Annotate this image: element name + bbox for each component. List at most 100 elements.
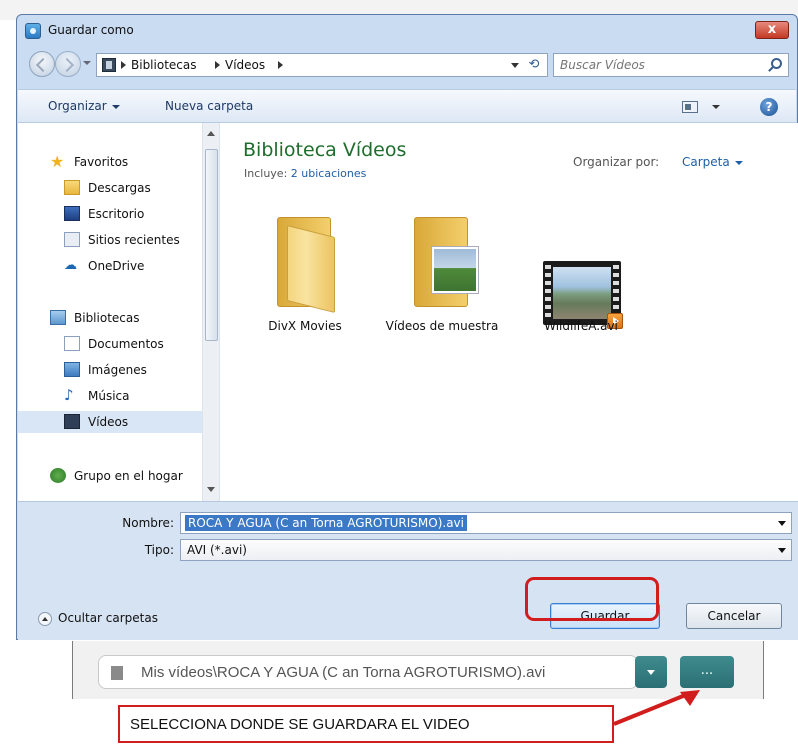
sidebar-item-grupo-hogar[interactable]: Grupo en el hogar <box>18 465 204 487</box>
scroll-up-icon[interactable] <box>207 131 215 136</box>
file-item-wildlifea[interactable]: WildlifeA.avi <box>519 211 643 351</box>
sidebar-scrollbar[interactable] <box>202 123 219 501</box>
recent-pages-dropdown-icon[interactable] <box>83 61 91 65</box>
sidebar-label: Documentos <box>88 337 164 351</box>
file-label: DivX Movies <box>268 319 342 333</box>
video-thumbnail-icon <box>543 261 623 329</box>
save-path-text: Mis vídeos\ROCA Y AGUA (C an Torna AGROT… <box>141 664 546 681</box>
star-icon: ★ <box>50 152 65 171</box>
file-item-divx-movies[interactable]: DivX Movies <box>243 211 367 351</box>
forward-button[interactable] <box>55 51 81 77</box>
file-label: Vídeos de muestra <box>385 319 499 333</box>
breadcrumb-separator-icon[interactable] <box>121 61 126 69</box>
name-label: Nombre: <box>122 516 174 530</box>
file-type-value: AVI (*.avi) <box>187 543 247 557</box>
arrange-by-value: Carpeta <box>682 155 730 169</box>
music-note-icon: ♪ <box>64 386 74 404</box>
sidebar-label: Descargas <box>88 181 151 195</box>
collapse-up-icon <box>38 611 52 626</box>
homegroup-icon <box>50 468 66 483</box>
file-name-value[interactable]: ROCA Y AGUA (C an Torna AGROTURISMO).avi <box>185 515 467 531</box>
library-includes: Incluye: 2 ubicaciones <box>244 167 366 180</box>
sidebar-label: Bibliotecas <box>74 311 140 325</box>
sidebar-item-documentos[interactable]: Documentos <box>18 333 204 355</box>
file-item-videos-muestra[interactable]: Vídeos de muestra <box>380 211 504 351</box>
onedrive-cloud-icon: ☁ <box>64 258 77 273</box>
annotation-box: SELECCIONA DONDE SE GUARDARA EL VIDEO <box>118 705 614 743</box>
sidebar-label: Grupo en el hogar <box>74 469 183 483</box>
sidebar-item-sitios-recientes[interactable]: Sitios recientes <box>18 229 204 251</box>
breadcrumb-bibliotecas[interactable]: Bibliotecas <box>131 58 196 72</box>
title-bar[interactable]: Guardar como x <box>17 15 797 45</box>
save-options-panel: Nombre: ROCA Y AGUA (C an Torna AGROTURI… <box>18 501 798 640</box>
libraries-icon <box>50 310 66 325</box>
address-bar[interactable]: Bibliotecas Vídeos ⟲ <box>96 53 548 77</box>
sidebar-item-videos[interactable]: Vídeos <box>18 411 204 433</box>
organize-label: Organizar <box>48 99 107 113</box>
documents-icon <box>64 336 80 351</box>
arrange-by-label: Organizar por: <box>573 155 660 169</box>
library-title: Biblioteca Vídeos <box>243 139 407 161</box>
views-dropdown-icon[interactable] <box>712 105 720 109</box>
sidebar-label: Vídeos <box>88 415 129 429</box>
browse-button[interactable]: ... <box>680 656 734 688</box>
command-toolbar: Organizar Nueva carpeta ? <box>18 89 796 123</box>
navigation-pane: ★ Favoritos Descargas Escritorio Sitios … <box>18 123 220 501</box>
annotation-text: SELECCIONA DONDE SE GUARDARA EL VIDEO <box>130 716 470 733</box>
chevron-down-icon <box>111 104 120 109</box>
file-type-select[interactable]: AVI (*.avi) <box>180 539 792 561</box>
search-icon[interactable] <box>771 58 782 69</box>
locations-link[interactable]: 2 ubicaciones <box>291 167 367 180</box>
new-folder-button[interactable]: Nueva carpeta <box>165 99 253 113</box>
sidebar-item-bibliotecas[interactable]: Bibliotecas <box>18 307 204 329</box>
sidebar-item-musica[interactable]: ♪ Música <box>18 385 204 407</box>
save-as-dialog: Guardar como x Bibliotecas Vídeos ⟲ Orga… <box>16 14 798 640</box>
arrange-by-dropdown[interactable]: Carpeta <box>682 155 743 169</box>
pictures-icon <box>64 362 80 377</box>
sidebar-item-favoritos[interactable]: ★ Favoritos <box>18 151 204 173</box>
dialog-app-icon <box>25 23 41 39</box>
file-name-input[interactable]: ROCA Y AGUA (C an Torna AGROTURISMO).avi <box>180 512 792 534</box>
annotation-arrow-icon <box>613 690 700 726</box>
address-row: Bibliotecas Vídeos ⟲ <box>17 49 797 81</box>
downloads-folder-icon <box>64 180 80 195</box>
path-dropdown-button[interactable] <box>635 656 667 688</box>
type-label: Tipo: <box>144 543 174 557</box>
window-title: Guardar como <box>48 23 134 37</box>
breadcrumb-videos[interactable]: Vídeos <box>225 58 265 72</box>
scroll-down-icon[interactable] <box>207 487 215 492</box>
close-button[interactable]: x <box>755 21 789 39</box>
refresh-icon[interactable]: ⟲ <box>525 57 543 73</box>
sidebar-item-escritorio[interactable]: Escritorio <box>18 203 204 225</box>
file-icon <box>111 666 123 680</box>
save-path-field[interactable]: Mis vídeos\ROCA Y AGUA (C an Torna AGROT… <box>98 655 638 689</box>
search-input[interactable] <box>560 57 760 73</box>
address-dropdown-icon[interactable] <box>511 63 519 68</box>
chevron-down-icon[interactable] <box>778 521 786 526</box>
file-list-area: Biblioteca Vídeos Incluye: 2 ubicaciones… <box>223 123 798 501</box>
desktop-icon <box>64 206 80 221</box>
sidebar-item-imagenes[interactable]: Imágenes <box>18 359 204 381</box>
sidebar-label: OneDrive <box>88 259 145 273</box>
sidebar-label: Favoritos <box>74 155 129 169</box>
cancel-button[interactable]: Cancelar <box>686 603 782 629</box>
views-icon[interactable] <box>682 101 698 113</box>
save-highlight-ring <box>525 577 659 621</box>
sidebar-item-onedrive[interactable]: ☁ OneDrive <box>18 255 204 277</box>
scroll-thumb[interactable] <box>205 149 218 341</box>
hide-folders-toggle[interactable]: Ocultar carpetas <box>38 611 158 626</box>
hide-folders-label: Ocultar carpetas <box>58 611 158 625</box>
search-box[interactable] <box>553 53 789 77</box>
breadcrumb-separator-icon[interactable] <box>278 61 283 69</box>
file-label: WildlifeA.avi <box>544 319 618 333</box>
sidebar-item-descargas[interactable]: Descargas <box>18 177 204 199</box>
sidebar-label: Imágenes <box>88 363 147 377</box>
back-button[interactable] <box>29 51 55 77</box>
chevron-down-icon[interactable] <box>778 548 786 553</box>
main-area: ★ Favoritos Descargas Escritorio Sitios … <box>18 123 798 501</box>
organize-button[interactable]: Organizar <box>48 99 120 113</box>
breadcrumb-separator-icon[interactable] <box>215 61 220 69</box>
sidebar-label: Sitios recientes <box>88 233 180 247</box>
help-icon[interactable]: ? <box>760 98 778 116</box>
chevron-down-icon <box>734 160 743 165</box>
